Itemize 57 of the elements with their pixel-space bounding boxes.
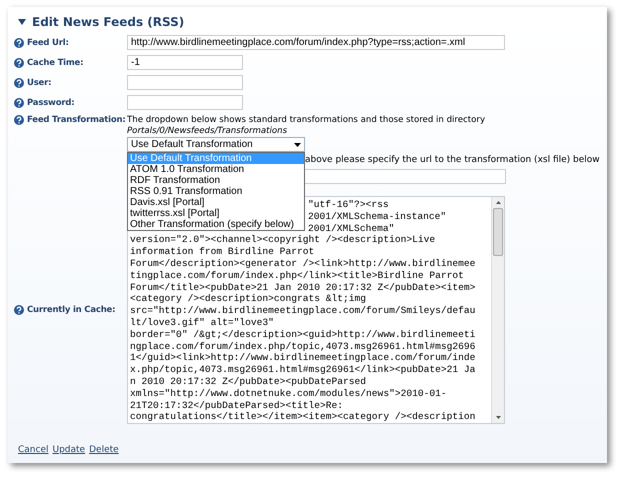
directory-path: Portals/0/Newsfeeds/Transformations [127, 126, 288, 137]
field-label: Feed Transformation: [27, 115, 126, 125]
help-icon[interactable] [14, 115, 24, 125]
code-line: n 2010 20:17:32 Z</pubDate><pubDateParsed [130, 376, 368, 388]
code-line: version="2.0"><channel><copyright /><description>Live [130, 234, 436, 246]
dropdown-option[interactable]: RDF Transformation [128, 175, 304, 186]
field-label: Currently in Cache: [27, 305, 116, 315]
dropdown-option[interactable]: Other Transformation (specify below) [128, 219, 304, 230]
empty-field[interactable] [127, 75, 243, 90]
help-icon[interactable] [14, 305, 24, 315]
code-line: lt/love3.gif" alt="love3" [130, 316, 275, 329]
xsl-url-field[interactable] [305, 169, 506, 184]
action-link[interactable]: Update [52, 445, 86, 455]
help-icon[interactable] [14, 98, 24, 108]
dropdown-option[interactable]: ATOM 1.0 Transformation [128, 164, 304, 175]
code-line: x.php/topic,4073.msg26961.html#msg26961</link><pubDate>21 Ja [130, 364, 476, 376]
cache-textarea[interactable] [127, 196, 505, 424]
field-label: Cache Time: [27, 58, 84, 68]
description-text: The dropdown below shows standard transformations and those stored in directory [127, 115, 486, 126]
code-line: border="0" /&gt;</description><guid>http://www.birdlinemeeti [130, 328, 476, 341]
code-line: 21T20:17:32</pubDateParsed><title>Re: [130, 400, 344, 412]
caret-icon [294, 142, 301, 146]
hint-text: above please specify the url to the transformation (xsl file) below [305, 154, 600, 166]
text-field[interactable]: http://www.birdlinemeetingplace.com/forum/index.php?type=rss;action=.xml [127, 35, 505, 50]
section-title: Edit News Feeds (RSS) [32, 15, 184, 29]
text-field[interactable]: -1 [127, 55, 243, 70]
code-line: "utf-16"?><rss [308, 199, 390, 211]
dropdown-option[interactable]: Davis.xsl [Portal] [128, 197, 304, 208]
help-icon[interactable] [14, 58, 24, 68]
scroll-up-icon[interactable] [496, 201, 500, 204]
field-label: User: [27, 78, 52, 88]
action-link[interactable]: Delete [89, 445, 119, 455]
dropdown-option[interactable]: twitterrss.xsl [Portal] [128, 208, 304, 219]
code-line: 2001/XMLSchema-instance" [308, 210, 448, 223]
code-line: 2001/XMLSchema" [308, 222, 396, 234]
help-icon[interactable] [14, 78, 24, 88]
code-line: src="http://www.birdlinemeetingplace.com/forum/Smileys/defau [130, 305, 476, 317]
action-link[interactable]: Cancel [18, 445, 48, 455]
dropdown-option[interactable]: RSS 0.91 Transformation [128, 186, 304, 197]
empty-field[interactable] [127, 95, 243, 110]
code-line: 1</guid><link>http://www.birdlinemeetingplace.com/forum/inde [130, 352, 476, 364]
code-line: Forum</title><pubDate>21 Jan 2010 20:17:32 Z</pubDate><item> [130, 282, 476, 294]
code-line: <category /><description>congrats &lt;img [130, 293, 368, 306]
transformation-dropdown[interactable]: Use Default Transformation [127, 137, 305, 152]
field-label: Feed Url: [27, 38, 69, 48]
code-line: ngplace.com/forum/index.php/topic,4073.msg26961.html#msg2696 [130, 340, 476, 352]
field-label: Password: [27, 98, 74, 108]
scroll-down-icon[interactable] [496, 416, 500, 419]
collapse-triangle-icon[interactable] [18, 19, 26, 25]
help-icon[interactable] [14, 38, 24, 48]
scroll-thumb[interactable] [493, 208, 503, 256]
scrollbar[interactable] [491, 197, 504, 423]
code-line: xmlns="http://www.dotnetnuke.com/modules/news">2010-01- [130, 388, 448, 400]
code-line: Forum</description><generator /><link>http://www.birdlinemee [130, 258, 476, 270]
code-line: tingplace.com/forum/index.php</link><title>Birdline Parrot [130, 270, 465, 282]
code-line: information from Birdline Parrot [130, 246, 316, 258]
code-line: congratulations</title></item><item><category /><description [130, 411, 476, 423]
